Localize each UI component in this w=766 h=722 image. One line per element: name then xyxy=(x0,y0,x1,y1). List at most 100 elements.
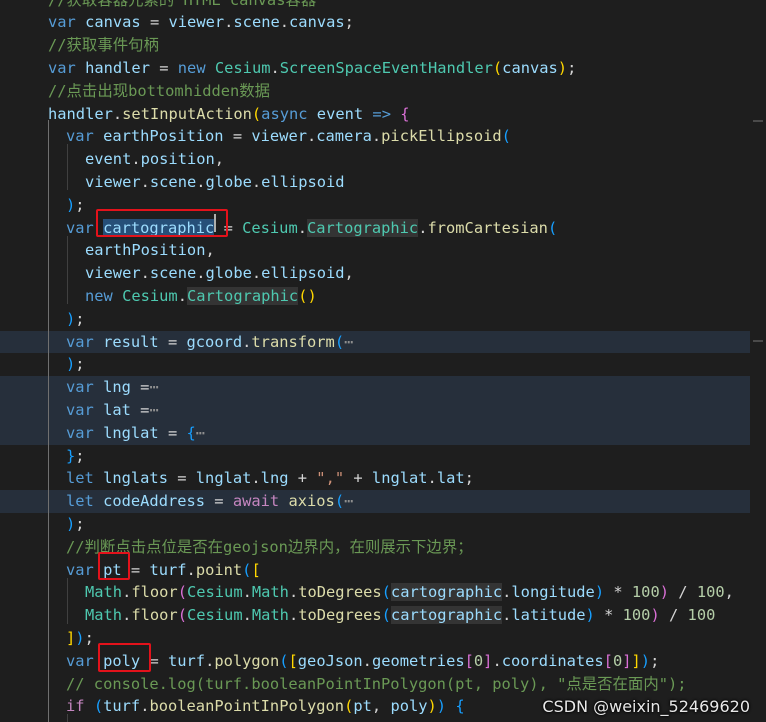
code-line[interactable]: //点击出现bottomhidden数据 xyxy=(0,80,750,103)
code-token: . xyxy=(362,651,372,670)
code-line[interactable]: Math.floor(Cesium.Math.toDegrees(cartogr… xyxy=(0,604,750,627)
code-line-content: let codeAddress = await axios(⋯ xyxy=(66,490,353,513)
folded-ellipsis-icon[interactable]: ⋯ xyxy=(344,492,353,510)
code-token: poly xyxy=(390,697,428,716)
code-line[interactable]: let lnglats = lnglat.lng + "," + lnglat.… xyxy=(0,467,750,490)
code-editor[interactable]: //获取容器元素的 HTML canvas容器 var canvas = view… xyxy=(0,0,766,722)
code-line[interactable]: }; xyxy=(0,445,750,468)
code-token: scene xyxy=(149,173,197,191)
code-line[interactable]: // console.log(turf.booleanPointInPolygo… xyxy=(0,673,750,696)
vertical-scrollbar[interactable] xyxy=(750,0,766,722)
code-token: viewer xyxy=(168,13,225,32)
code-token: { xyxy=(400,104,410,123)
code-line[interactable]: ); xyxy=(0,308,750,331)
code-token: 100 xyxy=(631,583,660,602)
code-token: canvas xyxy=(502,59,558,77)
code-line[interactable]: viewer.scene.globe.ellipsoid xyxy=(0,171,750,194)
code-token: var xyxy=(48,13,76,32)
code-token: ) xyxy=(66,515,76,533)
code-line[interactable]: var lnglat = {⋯ xyxy=(0,421,750,445)
code-token: ( xyxy=(344,697,354,716)
code-token: ( xyxy=(381,583,391,602)
code-token: } xyxy=(66,446,76,465)
code-token: toDegrees xyxy=(298,583,382,602)
code-token: . xyxy=(251,173,262,191)
code-token: gcoord xyxy=(186,332,243,351)
code-token: . xyxy=(288,606,299,625)
code-token: => xyxy=(372,104,391,123)
code-token: pt xyxy=(353,697,372,716)
code-token: var xyxy=(66,332,94,351)
code-token: ( xyxy=(381,606,391,625)
code-token: * xyxy=(594,606,623,625)
code-line[interactable]: ); xyxy=(0,353,750,376)
code-line[interactable]: var result = gcoord.transform(⋯ xyxy=(0,330,750,354)
code-line[interactable]: //获取事件句柄 xyxy=(0,34,750,57)
code-token: async xyxy=(261,104,308,123)
code-line[interactable]: earthPosition, xyxy=(0,239,750,262)
code-token: Cesium xyxy=(122,287,178,305)
code-token: ; xyxy=(75,195,85,214)
code-token: ) xyxy=(75,629,85,647)
code-line[interactable]: //获取容器元素的 HTML canvas容器 xyxy=(0,0,750,11)
code-line-content: if (flag.includes(this.areaId)) { xyxy=(85,718,391,722)
code-line[interactable]: var earthPosition = viewer.camera.pickEl… xyxy=(0,125,750,148)
code-token: ; xyxy=(650,651,660,670)
code-line-content: var pt = turf.point([ xyxy=(66,559,261,582)
code-token: . xyxy=(288,583,299,602)
code-token: ] xyxy=(66,629,76,647)
code-line[interactable]: ); xyxy=(0,513,750,536)
folded-ellipsis-icon[interactable]: ⋯ xyxy=(196,424,205,442)
code-token: . xyxy=(131,150,141,169)
code-token: ; xyxy=(75,309,85,328)
code-token: geoJson xyxy=(297,651,363,670)
code-token: ) xyxy=(585,606,595,625)
code-line[interactable]: new Cesium.Cartographic() xyxy=(0,285,750,308)
code-line-content: viewer.scene.globe.ellipsoid xyxy=(85,171,345,194)
code-token: [ xyxy=(288,651,298,670)
code-token: latitude xyxy=(511,606,586,625)
code-comment: //获取事件句柄 xyxy=(48,36,159,55)
code-token: ; xyxy=(567,59,577,77)
code-token: if xyxy=(66,697,85,716)
folded-ellipsis-icon[interactable]: ⋯ xyxy=(149,378,158,396)
folded-ellipsis-icon[interactable]: ⋯ xyxy=(344,333,353,351)
code-token: . xyxy=(224,13,234,32)
code-line[interactable]: if (flag.includes(this.areaId)) { xyxy=(0,718,750,722)
code-token: . xyxy=(251,264,262,283)
code-line-content: event.position, xyxy=(85,148,224,171)
code-token: ( xyxy=(251,104,262,123)
code-token: ; xyxy=(75,355,85,374)
code-token: lng xyxy=(103,378,131,397)
code-token: earthPosition xyxy=(103,127,224,146)
code-line[interactable]: event.position, xyxy=(0,148,750,171)
code-token: var xyxy=(66,651,94,670)
code-token: { xyxy=(455,697,465,716)
code-token: Math xyxy=(251,583,289,602)
code-line[interactable]: Math.floor(Cesium.Math.toDegrees(cartogr… xyxy=(0,581,750,604)
code-line[interactable]: viewer.scene.globe.ellipsoid, xyxy=(0,262,750,285)
code-token: viewer xyxy=(85,264,141,283)
code-line[interactable]: var lng =⋯ xyxy=(0,376,750,399)
annotation-box-cartographic xyxy=(96,209,228,237)
code-token: + xyxy=(344,469,372,488)
code-token: lnglat xyxy=(103,423,159,442)
code-token: [ xyxy=(464,651,474,670)
code-line[interactable]: handler.setInputAction(async event => { xyxy=(0,103,750,126)
code-line-content: //点击出现bottomhidden数据 xyxy=(48,80,270,103)
code-token: let xyxy=(66,492,94,511)
code-token: lnglats xyxy=(103,469,168,488)
code-line[interactable]: let codeAddress = await axios(⋯ xyxy=(0,490,750,513)
code-line-content: //获取容器元素的 HTML canvas容器 xyxy=(48,0,316,11)
code-line[interactable]: var handler = new Cesium.ScreenSpaceEven… xyxy=(0,57,750,80)
code-token: scene xyxy=(149,264,197,283)
code-line[interactable]: var canvas = viewer.scene.canvas; xyxy=(0,11,750,34)
code-line-content: let lnglats = lnglat.lng + "," + lnglat.… xyxy=(66,467,474,490)
code-token: ; xyxy=(344,13,354,32)
folded-ellipsis-icon[interactable]: ⋯ xyxy=(149,401,158,419)
code-token: = xyxy=(205,492,233,511)
code-line[interactable]: var lat =⋯ xyxy=(0,399,750,422)
